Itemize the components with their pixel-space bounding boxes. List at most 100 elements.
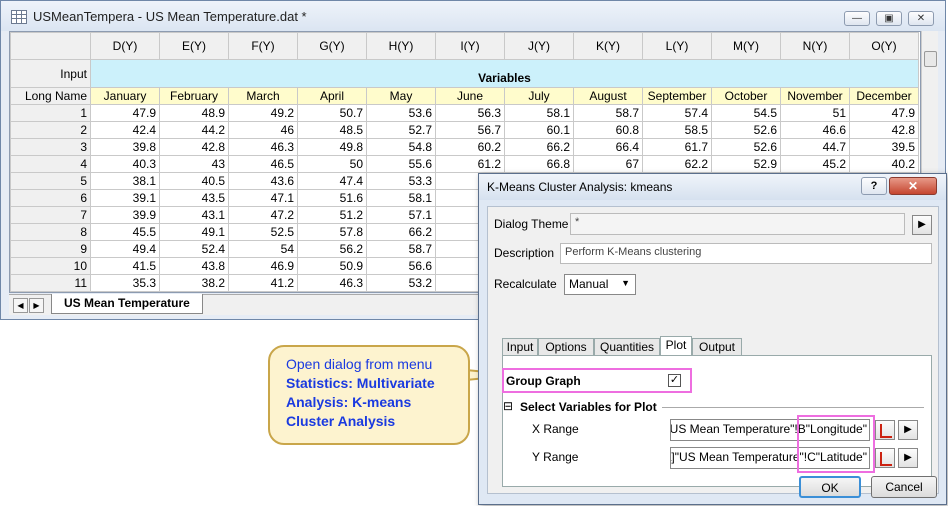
- input-label[interactable]: Input: [10, 59, 91, 88]
- month-cell[interactable]: February: [159, 87, 229, 105]
- row-number[interactable]: 11: [10, 274, 91, 292]
- data-cell[interactable]: 39.1: [90, 189, 160, 207]
- row-number[interactable]: 5: [10, 172, 91, 190]
- column-header[interactable]: E(Y): [159, 32, 229, 60]
- tab-output[interactable]: Output: [692, 338, 742, 356]
- restore-button[interactable]: ▣: [876, 11, 902, 26]
- tab-options[interactable]: Options: [538, 338, 594, 356]
- data-cell[interactable]: 54.5: [711, 104, 781, 122]
- data-cell[interactable]: 46.9: [228, 257, 298, 275]
- month-cell[interactable]: October: [711, 87, 781, 105]
- row-number[interactable]: 6: [10, 189, 91, 207]
- tab-next-icon[interactable]: ▶: [29, 298, 44, 313]
- data-cell[interactable]: 47.4: [297, 172, 367, 190]
- data-cell[interactable]: 40.2: [849, 155, 919, 173]
- data-cell[interactable]: 66.4: [573, 138, 643, 156]
- row-number[interactable]: 1: [10, 104, 91, 122]
- data-cell[interactable]: 54.8: [366, 138, 436, 156]
- scrollbar-thumb[interactable]: [924, 51, 937, 67]
- dialog-titlebar[interactable]: K-Means Cluster Analysis: kmeans ? ✕: [479, 174, 946, 200]
- row-number[interactable]: 12: [10, 291, 91, 292]
- data-cell[interactable]: 60.2: [435, 138, 505, 156]
- data-cell[interactable]: 54.5: [228, 291, 298, 292]
- row-number[interactable]: 10: [10, 257, 91, 275]
- row-number[interactable]: 2: [10, 121, 91, 139]
- month-cell[interactable]: January: [90, 87, 160, 105]
- minimize-button[interactable]: —: [844, 11, 870, 26]
- data-cell[interactable]: 65.5: [366, 291, 436, 292]
- data-cell[interactable]: 60.8: [573, 121, 643, 139]
- data-cell[interactable]: 49.1: [159, 223, 229, 241]
- data-cell[interactable]: 67: [573, 155, 643, 173]
- data-cell[interactable]: 53.3: [366, 172, 436, 190]
- data-cell[interactable]: 66.2: [504, 138, 574, 156]
- data-cell[interactable]: 52.6: [711, 138, 781, 156]
- data-cell[interactable]: 42.8: [849, 121, 919, 139]
- data-cell[interactable]: 61.2: [435, 155, 505, 173]
- month-cell[interactable]: September: [642, 87, 712, 105]
- row-number[interactable]: 3: [10, 138, 91, 156]
- column-header[interactable]: L(Y): [642, 32, 712, 60]
- data-cell[interactable]: 49.8: [297, 138, 367, 156]
- data-cell[interactable]: 47.2: [228, 206, 298, 224]
- data-cell[interactable]: 42.4: [90, 121, 160, 139]
- column-header[interactable]: G(Y): [297, 32, 367, 60]
- data-cell[interactable]: 55.6: [366, 155, 436, 173]
- dialog-close-button[interactable]: ✕: [889, 177, 937, 195]
- data-cell[interactable]: 40.5: [159, 172, 229, 190]
- data-cell[interactable]: 56.2: [297, 240, 367, 258]
- y-range-menu-button[interactable]: ▶: [898, 448, 918, 468]
- data-cell[interactable]: 54: [228, 240, 298, 258]
- data-cell[interactable]: 56.6: [366, 257, 436, 275]
- data-cell[interactable]: 51.6: [297, 189, 367, 207]
- tab-us-mean-temperature[interactable]: US Mean Temperature: [51, 294, 203, 314]
- data-cell[interactable]: 35.3: [90, 274, 160, 292]
- data-cell[interactable]: 58.9: [297, 291, 367, 292]
- month-cell[interactable]: August: [573, 87, 643, 105]
- x-range-menu-button[interactable]: ▶: [898, 420, 918, 440]
- data-cell[interactable]: 38.1: [90, 172, 160, 190]
- column-header[interactable]: O(Y): [849, 32, 919, 60]
- corner-cell[interactable]: [10, 32, 91, 60]
- data-cell[interactable]: 48.5: [297, 121, 367, 139]
- section-collapse-icon[interactable]: ⊟: [503, 399, 513, 413]
- ok-button[interactable]: OK: [799, 476, 861, 498]
- variables-cell[interactable]: Variables: [90, 59, 919, 88]
- data-cell[interactable]: 49.4: [90, 240, 160, 258]
- data-cell[interactable]: 58.5: [642, 121, 712, 139]
- data-cell[interactable]: 61.7: [642, 138, 712, 156]
- data-cell[interactable]: 52.6: [711, 121, 781, 139]
- data-cell[interactable]: 50.9: [297, 257, 367, 275]
- data-cell[interactable]: 53.2: [366, 274, 436, 292]
- row-number[interactable]: 7: [10, 206, 91, 224]
- x-range-pick-button[interactable]: [875, 420, 895, 440]
- worksheet-titlebar[interactable]: USMeanTempera - US Mean Temperature.dat …: [1, 1, 945, 31]
- month-cell[interactable]: June: [435, 87, 505, 105]
- tab-plot[interactable]: Plot: [660, 336, 692, 356]
- data-cell[interactable]: 52.5: [228, 223, 298, 241]
- data-cell[interactable]: 39.8: [90, 138, 160, 156]
- data-cell[interactable]: 43.1: [159, 206, 229, 224]
- tab-prev-icon[interactable]: ◀: [13, 298, 28, 313]
- data-cell[interactable]: 52.4: [159, 240, 229, 258]
- data-cell[interactable]: 48.9: [159, 104, 229, 122]
- data-cell[interactable]: 43.5: [159, 189, 229, 207]
- data-cell[interactable]: 38.2: [159, 274, 229, 292]
- cancel-button[interactable]: Cancel: [871, 476, 937, 498]
- tab-quantities[interactable]: Quantities: [594, 338, 660, 356]
- data-cell[interactable]: 45.5: [90, 223, 160, 241]
- month-cell[interactable]: May: [366, 87, 436, 105]
- month-cell[interactable]: July: [504, 87, 574, 105]
- data-cell[interactable]: 52.7: [366, 121, 436, 139]
- data-cell[interactable]: 60.1: [504, 121, 574, 139]
- data-cell[interactable]: 57.8: [297, 223, 367, 241]
- data-cell[interactable]: 50.7: [297, 104, 367, 122]
- data-cell[interactable]: 43: [159, 155, 229, 173]
- data-cell[interactable]: 39.9: [90, 206, 160, 224]
- data-cell[interactable]: 46.3: [90, 291, 160, 292]
- data-cell[interactable]: 40.3: [90, 155, 160, 173]
- month-cell[interactable]: December: [849, 87, 919, 105]
- data-cell[interactable]: 49.2: [228, 104, 298, 122]
- row-number[interactable]: 9: [10, 240, 91, 258]
- data-cell[interactable]: 41.2: [228, 274, 298, 292]
